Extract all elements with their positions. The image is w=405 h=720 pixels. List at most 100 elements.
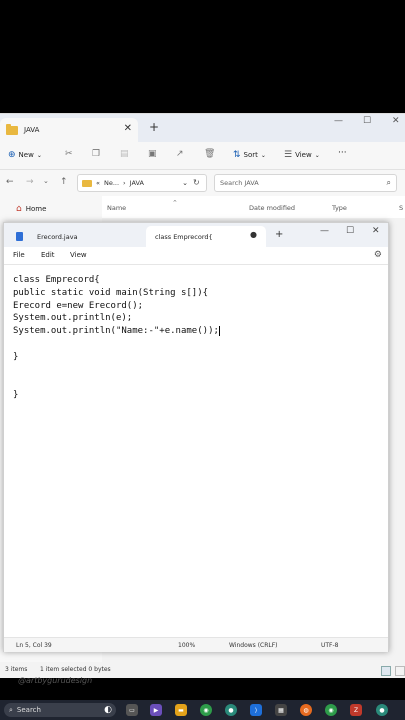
rename-icon[interactable]: ▣ — [148, 149, 157, 159]
up-icon[interactable]: ↑ — [60, 177, 68, 187]
notepad-tab-emprecord[interactable]: class Emprecord{ ● — [146, 226, 266, 247]
tiles-view-icon[interactable] — [395, 666, 405, 676]
firefox-icon[interactable]: ◍ — [300, 704, 312, 716]
taskbar: ⌕ Search ◐ ▭ ▶ ▬ ◉ ● ⟩ ▦ ◍ ◉ Z ● — [0, 700, 405, 720]
search-icon: ⌕ — [386, 178, 391, 187]
view-button[interactable]: ☰ View ⌄ — [284, 150, 320, 160]
column-size[interactable]: S — [399, 204, 403, 212]
paste-icon[interactable]: ▤ — [120, 149, 129, 159]
details-view-icon[interactable] — [381, 666, 391, 676]
forward-icon[interactable]: → — [26, 177, 34, 187]
notepad-status-bar: Ln 5, Col 39 100% Windows (CRLF) UTF-8 — [4, 637, 388, 652]
breadcrumb-item[interactable]: JAVA — [130, 179, 144, 187]
app-icon[interactable]: ▦ — [275, 704, 287, 716]
status-item-count: 3 items — [5, 666, 28, 673]
cut-icon[interactable]: ✂ — [65, 149, 73, 159]
text-editor[interactable]: class Emprecord{ public static void main… — [4, 266, 388, 628]
code-line: class Emprecord{ — [13, 275, 100, 285]
minimize-icon[interactable]: — — [320, 226, 329, 236]
column-name[interactable]: Name — [107, 204, 126, 212]
menu-edit[interactable]: Edit — [41, 251, 55, 259]
tab-label: Erecord.java — [37, 232, 78, 241]
text-caret — [218, 325, 220, 336]
code-line: System.out.println(e); — [13, 313, 133, 324]
taskbar-search[interactable]: ⌕ Search — [4, 703, 116, 717]
menu-view[interactable]: View — [70, 251, 87, 259]
share-icon[interactable]: ↗ — [176, 149, 184, 159]
task-view-icon[interactable]: ▭ — [126, 704, 138, 716]
status-selection: 1 item selected 0 bytes — [40, 666, 111, 673]
sort-ascending-icon: ⌃ — [172, 199, 178, 207]
copy-icon[interactable]: ❐ — [92, 149, 100, 159]
code-line: public static void main(String s[]){ — [13, 287, 209, 298]
refresh-icon[interactable]: ↻ — [193, 178, 200, 187]
home-icon: ⌂ — [16, 204, 22, 214]
maximize-icon[interactable]: ☐ — [363, 116, 371, 126]
notepad-titlebar: Erecord.java class Emprecord{ ● + — ☐ ✕ — [4, 223, 388, 247]
maximize-icon[interactable]: ☐ — [346, 226, 354, 236]
chrome-icon[interactable]: ◉ — [200, 704, 212, 716]
chevron-down-icon: ⌄ — [36, 151, 42, 159]
delete-icon[interactable]: 🗑 — [204, 149, 215, 159]
notepad-icon — [16, 232, 23, 241]
copilot-icon[interactable]: ◐ — [102, 704, 114, 716]
address-bar[interactable]: « Ne... › JAVA ⌄ — [77, 174, 207, 192]
profile-icon[interactable]: ● — [225, 704, 237, 716]
menu-file[interactable]: File — [13, 251, 25, 259]
teams-icon[interactable]: ▶ — [150, 704, 162, 716]
cursor-position: Ln 5, Col 39 — [16, 642, 52, 649]
close-tab-icon[interactable]: ✕ — [124, 123, 132, 134]
new-label: New — [18, 151, 34, 159]
tab-label: class Emprecord{ — [155, 232, 213, 241]
view-label: View — [295, 151, 312, 159]
chevron-down-icon[interactable]: ⌄ — [182, 179, 188, 187]
recent-chevron-icon[interactable]: ⌄ — [43, 177, 49, 185]
line-ending[interactable]: Windows (CRLF) — [229, 642, 278, 649]
search-input[interactable]: Search JAVA ⌕ — [214, 174, 397, 192]
close-window-icon[interactable]: ✕ — [392, 116, 400, 126]
minimize-icon[interactable]: — — [334, 116, 343, 126]
sort-button[interactable]: ⇅ Sort ⌄ — [233, 150, 266, 160]
sort-icon: ⇅ — [233, 150, 241, 160]
new-tab-button[interactable]: + — [275, 229, 283, 240]
column-type[interactable]: Type — [332, 204, 347, 212]
explorer-tab-java[interactable]: JAVA ✕ — [0, 118, 138, 142]
breadcrumb-separator: › — [123, 179, 126, 187]
taskbar-search-label: Search — [16, 706, 41, 714]
explorer-titlebar: JAVA ✕ + — ☐ ✕ — [0, 114, 405, 142]
folder-icon — [6, 123, 18, 135]
unsaved-dot-icon[interactable]: ● — [250, 230, 257, 239]
notepad-window: Erecord.java class Emprecord{ ● + — ☐ ✕ … — [3, 222, 389, 652]
gear-icon[interactable]: ⚙ — [374, 250, 382, 260]
code-line: Erecord e=new Erecord(); — [13, 300, 144, 311]
chrome-icon[interactable]: ◉ — [325, 704, 337, 716]
menu-bar: File Edit View ⚙ — [4, 247, 388, 265]
code-line: } — [13, 390, 19, 401]
column-date-modified[interactable]: Date modified — [249, 204, 295, 212]
back-icon[interactable]: ← — [6, 177, 14, 187]
zoom-level[interactable]: 100% — [178, 642, 195, 649]
encoding[interactable]: UTF-8 — [321, 642, 339, 649]
nav-item-home[interactable]: ⌂ Home — [16, 204, 46, 214]
watermark: @artbygurudesign — [18, 676, 93, 685]
chevron-down-icon: ⌄ — [260, 151, 266, 159]
explorer-tab-label: JAVA — [24, 126, 40, 134]
filezilla-icon[interactable]: Z — [350, 704, 362, 716]
sort-label: Sort — [243, 151, 258, 159]
column-headers: Name ⌃ Date modified Type S — [102, 196, 405, 218]
search-placeholder: Search JAVA — [220, 179, 259, 187]
explorer-address-row: ← → ⌄ ↑ « Ne... › JAVA ⌄ ↻ Search JAVA ⌕ — [0, 170, 405, 196]
add-circle-icon: ⊕ — [8, 150, 16, 160]
file-explorer-icon[interactable]: ▬ — [175, 704, 187, 716]
new-button[interactable]: ⊕ New ⌄ — [8, 150, 42, 160]
new-tab-button[interactable]: + — [149, 120, 159, 134]
more-options-button[interactable]: ··· — [338, 148, 347, 158]
breadcrumb-item[interactable]: Ne... — [104, 179, 119, 187]
vscode-icon[interactable]: ⟩ — [250, 704, 262, 716]
close-window-icon[interactable]: ✕ — [372, 226, 380, 236]
notepad-tab-erecord[interactable]: Erecord.java — [9, 226, 141, 247]
code-line-text: System.out.println("Name:-"+e.name()); — [13, 326, 219, 337]
profile-icon[interactable]: ● — [376, 704, 388, 716]
